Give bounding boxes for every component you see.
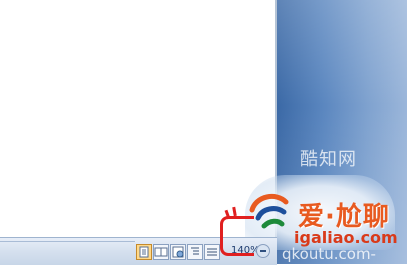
- print-layout-view-button[interactable]: [136, 244, 152, 260]
- book-icon: [154, 247, 168, 257]
- full-screen-reading-view-button[interactable]: [153, 244, 169, 260]
- draft-icon: [207, 248, 217, 256]
- watermark-faded-text: 酷知网: [300, 149, 357, 170]
- watermark-faded-url: qkoutu.com-: [282, 245, 376, 263]
- outline-view-button[interactable]: [187, 244, 203, 260]
- web-layout-view-button[interactable]: [170, 244, 186, 260]
- status-bar-divider: [0, 241, 135, 242]
- highlight-bracket: [220, 216, 254, 256]
- print-layout-icon: [139, 246, 149, 258]
- zoom-out-button[interactable]: [256, 244, 270, 258]
- outline-icon: [191, 247, 199, 255]
- document-page[interactable]: [0, 0, 275, 237]
- draft-view-button[interactable]: [204, 244, 220, 260]
- web-layout-icon: [172, 246, 184, 258]
